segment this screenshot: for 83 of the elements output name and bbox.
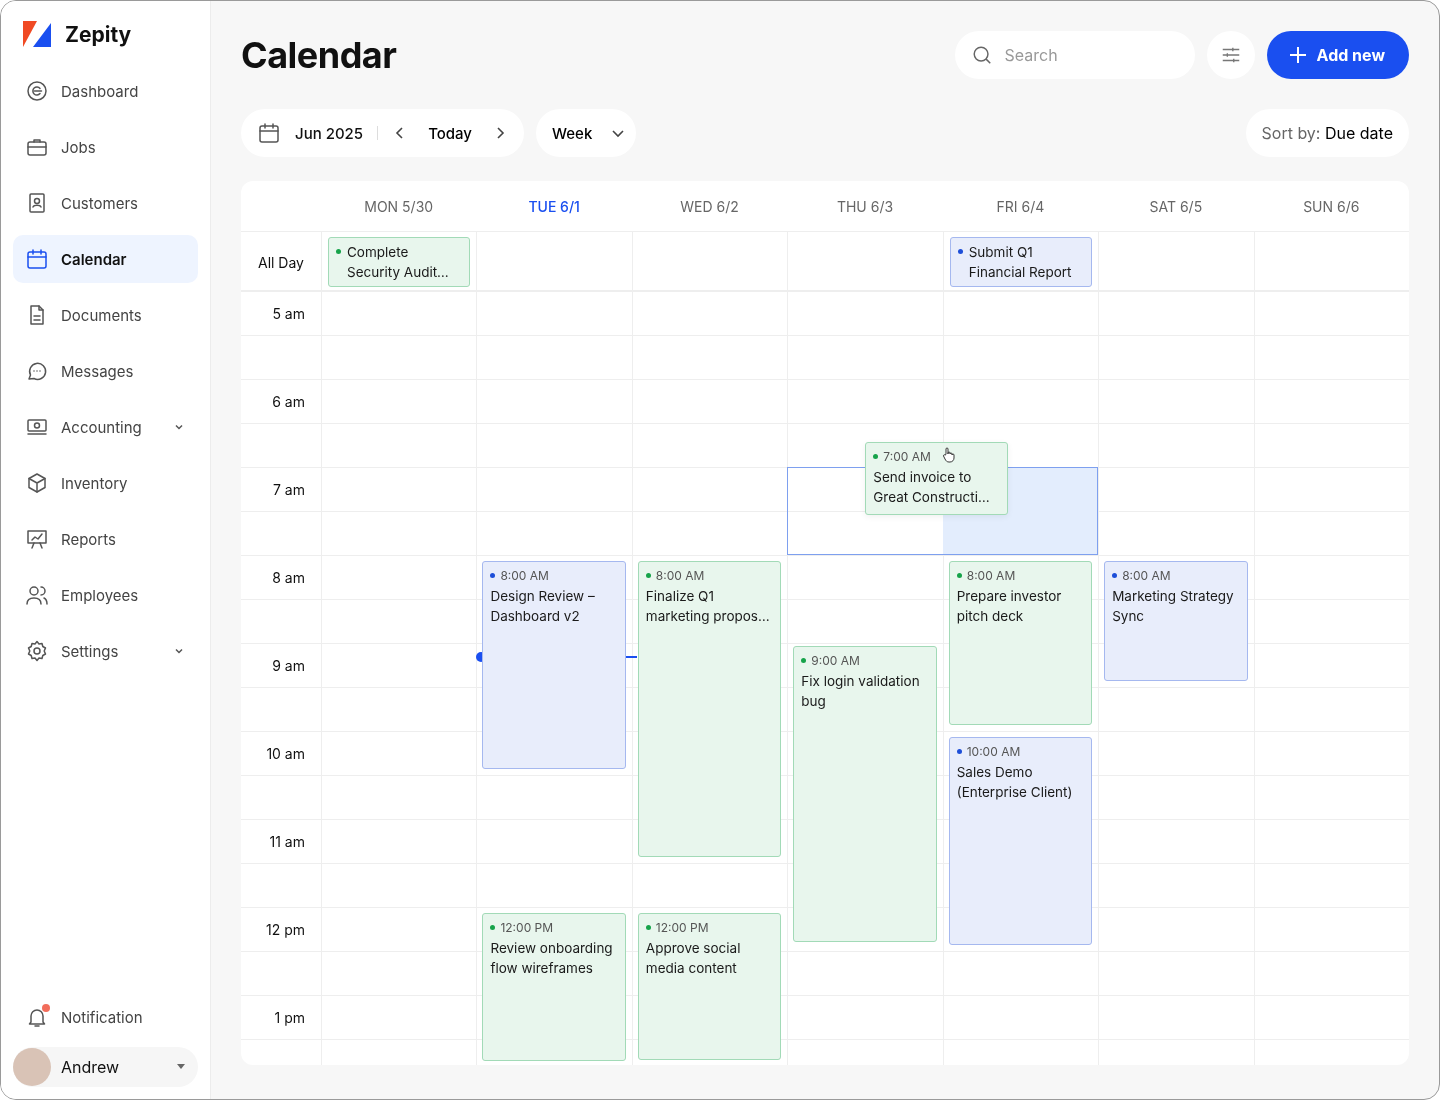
hour-label: 5 am bbox=[272, 305, 305, 322]
today-button[interactable]: Today bbox=[422, 123, 478, 143]
event-card[interactable]: 8:00 AM Prepare investor pitch deck bbox=[948, 561, 1093, 725]
cube-icon bbox=[25, 471, 49, 495]
event-time: 8:00 AM bbox=[645, 568, 705, 583]
filter-button[interactable] bbox=[1206, 31, 1255, 79]
day-header: SUN 6/6 bbox=[1302, 197, 1361, 215]
event-time: 12:00 PM bbox=[645, 920, 709, 935]
hour-label: 1 pm bbox=[274, 1009, 305, 1026]
event-card[interactable]: 8:00 AM Design Review – Dashboard v2 bbox=[482, 561, 626, 769]
user-name: Andrew bbox=[61, 1057, 121, 1077]
sidebar-item[interactable]: Inventory bbox=[13, 459, 198, 507]
hour-label: 11 am bbox=[269, 833, 305, 850]
event-card[interactable]: 12:00 PM Approve social media content bbox=[637, 913, 782, 1060]
event-card[interactable]: 8:00 AM Marketing Strategy Sync bbox=[1104, 561, 1248, 681]
event-card[interactable]: 9:00 AM Fix login validation bug bbox=[793, 646, 937, 942]
search-field[interactable]: Search bbox=[954, 31, 1195, 79]
event-card[interactable]: Complete Security Audit… bbox=[328, 237, 471, 287]
sidebar-item[interactable]: Calendar bbox=[13, 235, 198, 283]
people-icon bbox=[25, 583, 49, 607]
event-title: Fix login validation bug bbox=[801, 672, 921, 711]
event-title: Complete Security Audit… bbox=[347, 243, 450, 282]
event-time: 8:00 AM bbox=[956, 568, 1016, 583]
event-time: 10:00 AM bbox=[956, 744, 1021, 759]
logo-icon bbox=[23, 21, 53, 47]
event-card[interactable]: Submit Q1 Financial Report bbox=[949, 237, 1093, 287]
event-title: Review onboarding flow wireframes bbox=[490, 939, 614, 978]
hour-label: 10 am bbox=[266, 745, 305, 762]
calendar-icon bbox=[257, 121, 281, 145]
event-card[interactable]: 12:00 PM Review onboarding flow wireframes bbox=[482, 913, 626, 1061]
event-title: Prepare investor pitch deck bbox=[956, 587, 1063, 626]
hand-cursor-icon bbox=[941, 447, 956, 463]
notification-label[interactable]: Notification bbox=[61, 1007, 143, 1027]
settings-icon bbox=[25, 639, 49, 663]
page-title: Calendar bbox=[241, 33, 398, 77]
brand-name: Zepity bbox=[65, 21, 132, 47]
event-time: 8:00 AM bbox=[1112, 568, 1171, 583]
sidebar-item[interactable]: Reports bbox=[13, 515, 198, 563]
day-header: THU 6/3 bbox=[835, 197, 895, 215]
sidebar-item[interactable]: Messages bbox=[13, 347, 198, 395]
hour-label: 12 pm bbox=[266, 921, 305, 938]
event-title: Design Review – Dashboard v2 bbox=[490, 587, 596, 626]
sidebar-item[interactable]: Employees bbox=[13, 571, 198, 619]
add-new-button[interactable]: Add new bbox=[1266, 31, 1409, 79]
gauge-icon bbox=[25, 79, 49, 103]
day-header: FRI 6/4 bbox=[995, 197, 1046, 215]
sidebar-item[interactable]: Jobs bbox=[13, 123, 198, 171]
sidebar-item[interactable]: Customers bbox=[13, 179, 198, 227]
event-title: Marketing Strategy Sync bbox=[1112, 587, 1235, 626]
event-title: Send invoice to Great Constructi… bbox=[873, 468, 991, 507]
day-header: WED 6/2 bbox=[679, 197, 740, 215]
hour-label: 7 am bbox=[273, 481, 305, 498]
event-title: Sales Demo (Enterprise Client) bbox=[956, 763, 1074, 802]
hour-label: 9 am bbox=[272, 657, 305, 674]
caret-icon bbox=[176, 1064, 186, 1070]
day-header: MON 5/30 bbox=[363, 197, 435, 215]
plus-icon bbox=[1288, 46, 1307, 64]
day-header: SAT 6/5 bbox=[1148, 197, 1204, 215]
event-card[interactable]: 8:00 AM Finalize Q1 marketing propos… bbox=[637, 561, 782, 857]
event-title: Finalize Q1 marketing propos… bbox=[645, 587, 771, 626]
month-label: Jun 2025 bbox=[295, 123, 364, 143]
hour-label: 6 am bbox=[272, 393, 305, 410]
hour-label: 8 am bbox=[272, 569, 305, 586]
event-time: 12:00 PM bbox=[490, 920, 554, 935]
all-day-label: All Day bbox=[257, 253, 305, 271]
dragged-event-card[interactable]: 7:00 AM Send invoice to Great Constructi… bbox=[865, 442, 1009, 515]
calendar-icon bbox=[25, 247, 49, 271]
chart-board-icon bbox=[25, 527, 49, 551]
sidebar-item[interactable]: Documents bbox=[13, 291, 198, 339]
event-card[interactable]: 10:00 AM Sales Demo (Enterprise Client) bbox=[948, 737, 1093, 945]
event-time: 9:00 AM bbox=[801, 653, 860, 668]
sidebar-item[interactable]: Settings bbox=[13, 627, 198, 675]
sidebar-item[interactable]: Dashboard bbox=[13, 67, 198, 115]
view-dropdown[interactable]: Week bbox=[536, 109, 637, 157]
avatar bbox=[13, 1048, 51, 1086]
event-time: 8:00 AM bbox=[490, 568, 549, 583]
day-header: TUE 6/1 bbox=[527, 197, 581, 215]
event-time: 7:00 AM bbox=[873, 449, 931, 464]
event-title: Approve social media content bbox=[645, 939, 742, 978]
event-title: Submit Q1 Financial Report bbox=[968, 243, 1073, 282]
sort-dropdown[interactable]: Sort by: Due date bbox=[1245, 109, 1409, 157]
user-menu[interactable]: Andrew bbox=[13, 1047, 198, 1087]
sidebar-item[interactable]: Accounting bbox=[13, 403, 198, 451]
